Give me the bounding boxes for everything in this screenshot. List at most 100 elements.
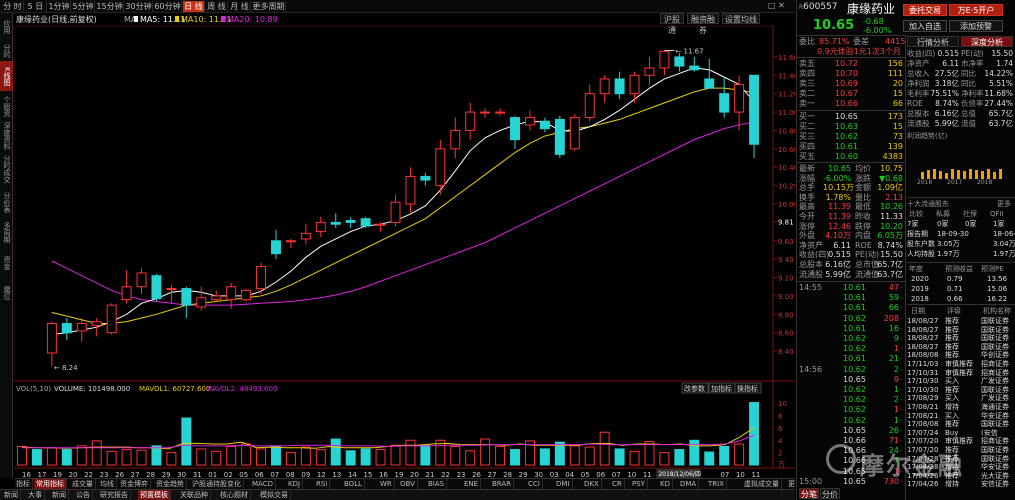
candle[interactable]: [76, 323, 87, 332]
indicator-tab[interactable]: 虚拟成交量: [742, 479, 782, 489]
candle[interactable]: [495, 111, 506, 114]
candle[interactable]: [674, 56, 685, 67]
indicator-tab[interactable]: KD: [658, 479, 673, 489]
candle[interactable]: [539, 120, 550, 130]
indicator-tab[interactable]: BIAS: [426, 479, 448, 489]
candle[interactable]: [450, 129, 461, 150]
indicator-tab[interactable]: 沪股通持股变化: [190, 479, 244, 489]
nav-tab[interactable]: 大事: [26, 490, 45, 500]
left-strip-2[interactable]: K线图: [0, 61, 13, 91]
candle[interactable]: [554, 118, 565, 155]
indicator-tab[interactable]: CCI: [526, 479, 543, 489]
left-strip-5[interactable]: 分时成交: [0, 153, 13, 185]
indicator-tab[interactable]: 均线: [98, 479, 117, 489]
toolbar-tab[interactable]: 月 线: [229, 1, 251, 12]
indicator-tab[interactable]: 资金博弈: [118, 479, 151, 489]
candle[interactable]: [719, 93, 730, 113]
candle[interactable]: [599, 78, 610, 95]
candle[interactable]: [659, 50, 670, 69]
candle[interactable]: [435, 148, 446, 187]
candle[interactable]: [315, 221, 326, 233]
add-watch-button[interactable]: 加入自选: [903, 20, 947, 32]
fund-promo[interactable]: 0.9元体验1元1次3个月: [817, 47, 901, 57]
open-account-button[interactable]: 万E·5开户: [949, 4, 1003, 16]
left-strip-1[interactable]: 分时图: [0, 43, 13, 59]
candle[interactable]: [465, 111, 476, 131]
tab-fenbi[interactable]: 分笔: [799, 488, 819, 499]
toolbar-tab[interactable]: 30分钟: [125, 1, 153, 12]
toolbar-tab[interactable]: 60分钟: [154, 1, 182, 12]
tab-fenjia[interactable]: 分价: [820, 488, 840, 499]
candle[interactable]: [480, 111, 491, 114]
nav-tab[interactable]: 模拟交易: [258, 490, 291, 500]
indicator-tab[interactable]: RSI: [314, 479, 331, 489]
candle[interactable]: [524, 117, 535, 126]
left-strip-4[interactable]: 深度资料: [0, 121, 13, 151]
left-strip-3[interactable]: 个股资料: [0, 93, 13, 119]
indicator-tab[interactable]: MACD: [250, 479, 276, 489]
candle[interactable]: [644, 67, 655, 76]
left-strip-7[interactable]: 多周期: [0, 218, 13, 246]
indicator-tab[interactable]: 资金趋势: [154, 479, 187, 489]
candle[interactable]: [241, 289, 252, 301]
candle[interactable]: [420, 175, 431, 181]
kline-chart[interactable]: 康缘药业(日线,前复权) MA MA5: 11.11MA10: 11.21MA20:…: [13, 13, 798, 479]
toolbar-tab[interactable]: 分 时: [2, 1, 24, 12]
candle[interactable]: [390, 201, 401, 223]
left-strip-8[interactable]: 资金: [0, 248, 13, 278]
candle[interactable]: [749, 74, 760, 145]
candle[interactable]: [629, 74, 640, 95]
indicator-tab[interactable]: BRAR: [490, 479, 515, 489]
bid-price[interactable]: 10.62: [835, 132, 858, 142]
toolbar-tab[interactable]: 1分钟: [48, 1, 71, 12]
candle[interactable]: [614, 78, 625, 95]
indicator-tab[interactable]: 成交量: [70, 479, 96, 489]
left-strip-6[interactable]: 分价表: [0, 188, 13, 216]
indicator-tab[interactable]: DKX: [582, 479, 602, 489]
toolbar-tab[interactable]: 15分钟: [96, 1, 124, 12]
candle[interactable]: [211, 295, 222, 301]
candle[interactable]: [510, 117, 521, 141]
indicator-tab[interactable]: KDJ: [286, 479, 304, 489]
tab-market-analysis[interactable]: 行情分析: [907, 36, 959, 47]
indicator-tab[interactable]: ENE: [462, 479, 482, 489]
ask-price[interactable]: 10.66: [835, 99, 858, 109]
tab-depth-analysis[interactable]: 深度分析: [961, 36, 1013, 47]
add-alert-button[interactable]: 添加预警: [949, 20, 1003, 32]
ask-price[interactable]: 10.72: [835, 59, 858, 69]
bid-price[interactable]: 10.63: [835, 122, 858, 132]
indicator-tab[interactable]: TRIX: [706, 479, 727, 489]
candle[interactable]: [256, 266, 267, 290]
candle[interactable]: [330, 221, 341, 225]
indicator-tab[interactable]: OBV: [398, 479, 418, 489]
nav-tab[interactable]: 新闻: [50, 490, 69, 500]
nav-tab[interactable]: 新闻: [2, 490, 21, 500]
nav-tab[interactable]: 关联品种: [178, 490, 211, 500]
candle[interactable]: [689, 65, 700, 71]
candle[interactable]: [226, 286, 237, 301]
toolbar-tab[interactable]: 更多周期: [252, 1, 286, 12]
candle[interactable]: [285, 240, 296, 243]
candle[interactable]: [584, 93, 595, 119]
indicator-tab[interactable]: CR: [610, 479, 625, 489]
candle[interactable]: [270, 240, 281, 255]
candle[interactable]: [181, 288, 192, 306]
indicator-tab[interactable]: 常用指标: [34, 479, 67, 489]
ask-price[interactable]: 10.69: [835, 79, 858, 89]
bid-price[interactable]: 10.61: [835, 142, 858, 152]
candle[interactable]: [360, 218, 371, 227]
candle[interactable]: [106, 304, 117, 334]
candle[interactable]: [569, 117, 580, 150]
candle[interactable]: [166, 288, 177, 291]
candle[interactable]: [345, 220, 356, 223]
toolbar-tab[interactable]: 5分钟: [72, 1, 95, 12]
nav-tab[interactable]: 核心题材: [218, 490, 251, 500]
ask-price[interactable]: 10.67: [835, 89, 858, 99]
candle[interactable]: [121, 286, 132, 301]
bid-price[interactable]: 10.65: [835, 112, 858, 122]
candle[interactable]: [405, 175, 416, 205]
kline-chart-area[interactable]: 康缘药业(日线,前复权) MA MA5: 11.11 MA10: 11.21 MA20:…: [13, 13, 798, 479]
close-icon[interactable]: □ ✕: [768, 1, 785, 10]
indicator-tab[interactable]: BOLL: [342, 479, 365, 489]
toolbar-tab[interactable]: 日 线: [183, 1, 205, 12]
